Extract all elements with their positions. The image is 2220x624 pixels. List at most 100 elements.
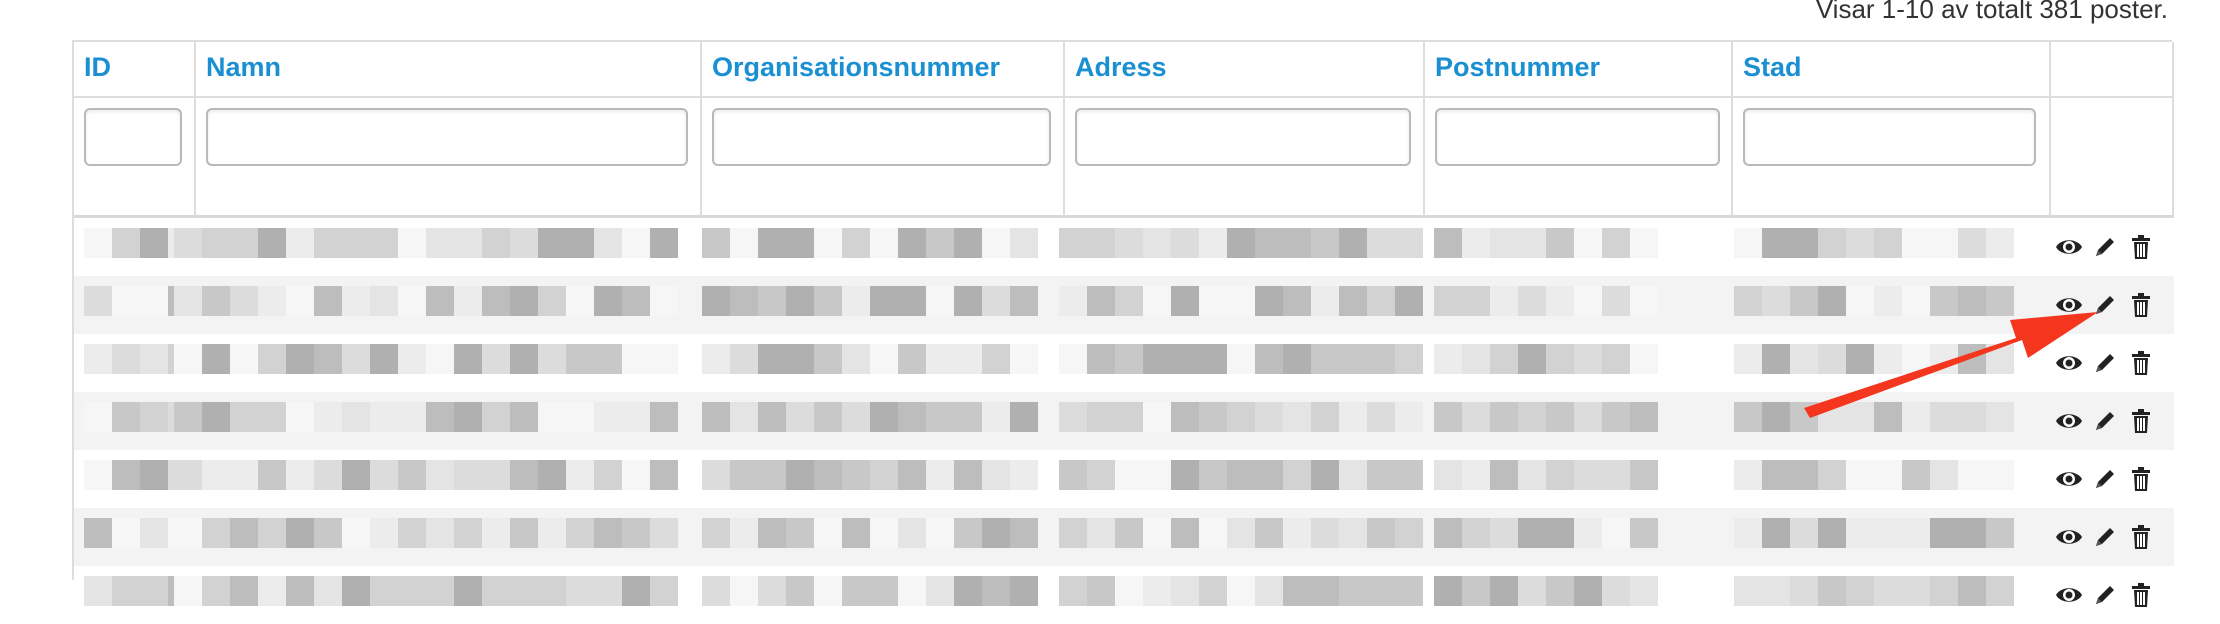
redacted-block [1790, 576, 1818, 606]
redacted-block [1010, 228, 1038, 258]
filter-input-organisationsnummer[interactable] [712, 108, 1051, 166]
redacted-block [1546, 518, 1574, 548]
view-icon[interactable] [2054, 522, 2084, 552]
delete-icon[interactable] [2126, 522, 2156, 552]
column-header-stad-label[interactable]: Stad [1743, 52, 1802, 82]
edit-icon[interactable] [2090, 464, 2120, 494]
column-header-adress[interactable]: Adress [1065, 42, 1425, 98]
redacted-block [140, 460, 168, 490]
redacted-block [1087, 460, 1115, 490]
view-icon[interactable] [2054, 464, 2084, 494]
view-icon[interactable] [2054, 232, 2084, 262]
column-header-stad[interactable]: Stad [1733, 42, 2051, 98]
edit-icon[interactable] [2090, 522, 2120, 552]
redacted-block [1367, 402, 1395, 432]
redacted-block [398, 402, 426, 432]
view-icon[interactable] [2054, 406, 2084, 436]
redacted-block [1462, 344, 1490, 374]
redacted-block [510, 576, 538, 606]
redacted-block [622, 576, 650, 606]
redacted-block [1986, 228, 2014, 258]
view-icon [2056, 414, 2082, 428]
edit-icon [2096, 470, 2114, 488]
delete-icon[interactable] [2126, 464, 2156, 494]
redacted-block [814, 402, 842, 432]
redacted-block [786, 402, 814, 432]
filter-input-stad[interactable] [1743, 108, 2036, 166]
redacted-block [398, 460, 426, 490]
view-icon[interactable] [2054, 290, 2084, 320]
redacted-block [538, 576, 566, 606]
redacted-block [342, 518, 370, 548]
redacted-block [1227, 286, 1255, 316]
delete-icon[interactable] [2126, 348, 2156, 378]
redacted-block [702, 286, 730, 316]
row-actions [2054, 406, 2164, 436]
row-actions [2054, 232, 2164, 262]
filter-input-postnummer[interactable] [1435, 108, 1720, 166]
redacted-block [174, 460, 202, 490]
redacted-block [1227, 518, 1255, 548]
redacted-block [1115, 576, 1143, 606]
column-header-adress-label[interactable]: Adress [1075, 52, 1167, 82]
redacted-block [1059, 228, 1087, 258]
redacted-block [370, 402, 398, 432]
redacted-block [1874, 460, 1902, 490]
redacted-block [1986, 460, 2014, 490]
redacted-block [786, 576, 814, 606]
redacted-block [84, 576, 112, 606]
edit-icon[interactable] [2090, 580, 2120, 610]
redacted-block [538, 402, 566, 432]
column-header-namn-label[interactable]: Namn [206, 52, 281, 82]
edit-icon [2096, 354, 2114, 372]
redacted-block [1255, 460, 1283, 490]
redacted-block [566, 286, 594, 316]
column-header-organisationsnummer[interactable]: Organisationsnummer [702, 42, 1065, 98]
filter-cell-postnummer [1425, 98, 1733, 216]
redacted-block [342, 286, 370, 316]
column-header-postnummer[interactable]: Postnummer [1425, 42, 1733, 98]
redacted-block [1574, 286, 1602, 316]
filter-input-namn[interactable] [206, 108, 688, 166]
redacted-block [702, 460, 730, 490]
column-header-namn[interactable]: Namn [196, 42, 702, 98]
redacted-block [1010, 402, 1038, 432]
redacted-block [650, 344, 678, 374]
redacted-block [1339, 518, 1367, 548]
redacted-block [1255, 402, 1283, 432]
column-header-org-label[interactable]: Organisationsnummer [712, 52, 1000, 82]
redacted-block [898, 576, 926, 606]
view-icon[interactable] [2054, 580, 2084, 610]
edit-icon [2096, 586, 2114, 604]
filter-input-adress[interactable] [1075, 108, 1411, 166]
delete-icon[interactable] [2126, 580, 2156, 610]
redacted-block [730, 344, 758, 374]
redacted-block [1199, 518, 1227, 548]
filter-input-id[interactable] [84, 108, 182, 166]
delete-icon[interactable] [2126, 290, 2156, 320]
redacted-block [1574, 576, 1602, 606]
redacted-block [1311, 460, 1339, 490]
delete-icon[interactable] [2126, 406, 2156, 436]
redacted-block [1171, 576, 1199, 606]
delete-icon[interactable] [2126, 232, 2156, 262]
redacted-block [1734, 228, 1762, 258]
edit-icon[interactable] [2090, 348, 2120, 378]
edit-icon[interactable] [2090, 290, 2120, 320]
redacted-block [482, 228, 510, 258]
redacted-block [926, 228, 954, 258]
edit-icon[interactable] [2090, 406, 2120, 436]
column-header-id-label[interactable]: ID [84, 52, 111, 82]
redacted-block [1087, 576, 1115, 606]
redacted-block [84, 286, 112, 316]
column-header-postnummer-label[interactable]: Postnummer [1435, 52, 1600, 82]
column-header-id[interactable]: ID [74, 42, 196, 98]
view-icon [2056, 530, 2082, 544]
redacted-block [622, 286, 650, 316]
redacted-block [1115, 228, 1143, 258]
redacted-block [1602, 518, 1630, 548]
view-icon[interactable] [2054, 348, 2084, 378]
redacted-block [1171, 228, 1199, 258]
redacted-block [982, 576, 1010, 606]
edit-icon[interactable] [2090, 232, 2120, 262]
